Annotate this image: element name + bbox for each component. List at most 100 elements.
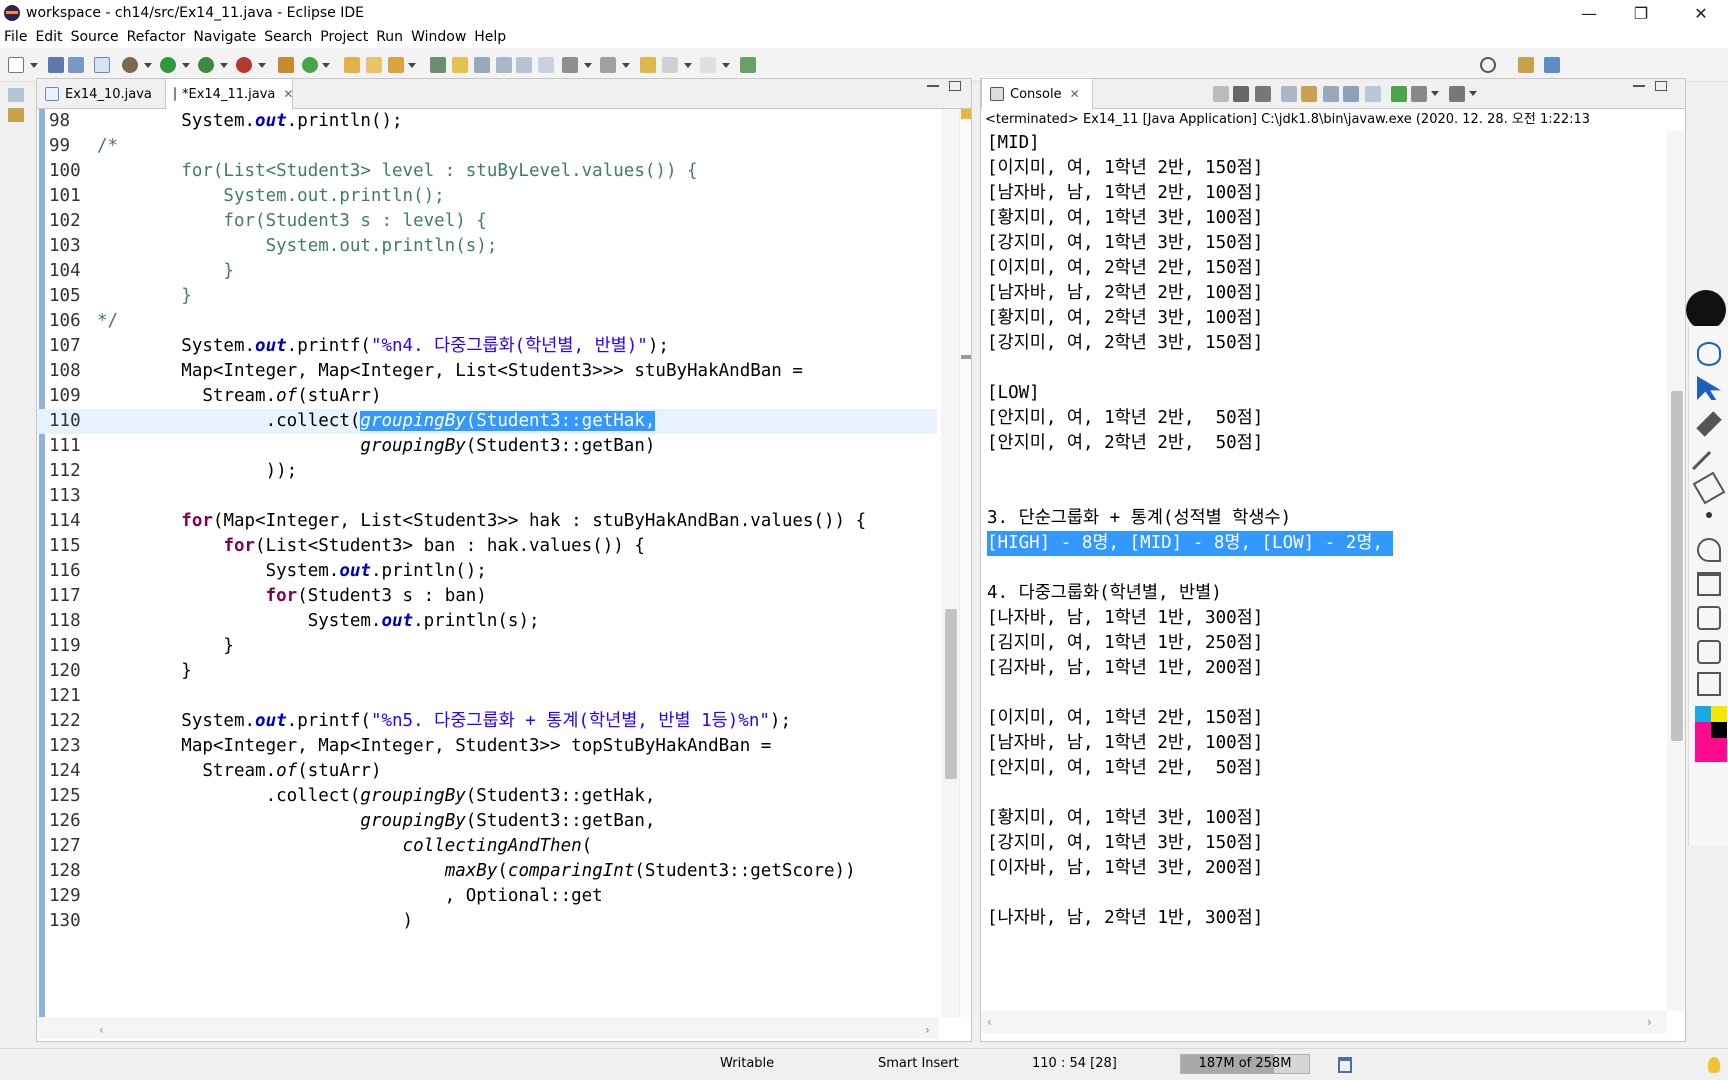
open-folder-icon[interactable] bbox=[366, 57, 382, 73]
new-console-dropdown-icon[interactable] bbox=[1469, 91, 1477, 96]
overview-ruler[interactable] bbox=[959, 109, 971, 1017]
code-line-118[interactable]: 118 System.out.println(s); bbox=[37, 609, 937, 634]
code-line-107[interactable]: 107 System.out.printf("%n4. 다중그룹화(학년별, 반… bbox=[37, 334, 937, 359]
debug-icon[interactable] bbox=[122, 57, 138, 73]
code-line-99[interactable]: 99 /* bbox=[37, 134, 937, 159]
code-line-104[interactable]: 104 } bbox=[37, 259, 937, 284]
external-tools-dropdown-icon[interactable] bbox=[258, 63, 266, 68]
menu-refactor[interactable]: Refactor bbox=[127, 29, 186, 45]
code-line-105[interactable]: 105 } bbox=[37, 284, 937, 309]
code-line-117[interactable]: 117 for(Student3 s : ban) bbox=[37, 584, 937, 609]
search-dropdown-icon[interactable] bbox=[408, 63, 416, 68]
minimize-button[interactable]: — bbox=[1564, 0, 1614, 26]
remove-launch-icon[interactable] bbox=[1233, 86, 1249, 102]
menu-project[interactable]: Project bbox=[320, 29, 368, 45]
code-line-129[interactable]: 129 , Optional::get bbox=[37, 884, 937, 909]
java-perspective-icon[interactable] bbox=[1544, 57, 1560, 73]
whiteboard-icon[interactable] bbox=[1697, 606, 1721, 630]
scroll-right-icon[interactable]: › bbox=[925, 1023, 930, 1037]
pen-tool-logo-icon[interactable] bbox=[1686, 290, 1726, 330]
code-line-103[interactable]: 103 System.out.println(s); bbox=[37, 234, 937, 259]
code-line-124[interactable]: 124 Stream.of(stuArr) bbox=[37, 759, 937, 784]
menu-window[interactable]: Window bbox=[411, 29, 466, 45]
pin-editor-icon[interactable] bbox=[516, 57, 532, 73]
toggle-mark-occurrences-icon[interactable] bbox=[430, 57, 446, 73]
eraser-icon[interactable] bbox=[1692, 471, 1726, 505]
code-line-112[interactable]: 112 )); bbox=[37, 459, 937, 484]
code-area[interactable]: 98 System.out.println(); 99/* 100 for(List… bbox=[37, 109, 939, 1017]
close-window-button[interactable]: ✕ bbox=[1676, 0, 1726, 26]
show-whitespace-icon[interactable] bbox=[496, 57, 512, 73]
insert-mode-status[interactable]: Smart Insert bbox=[878, 1056, 959, 1071]
eye-icon[interactable] bbox=[1697, 342, 1721, 366]
show-on-output-icon[interactable] bbox=[1323, 86, 1339, 102]
open-perspective-icon[interactable] bbox=[740, 57, 756, 73]
color-swatch-black[interactable] bbox=[1711, 722, 1727, 738]
display-selected-console-icon[interactable] bbox=[1391, 86, 1407, 102]
code-line-128[interactable]: 128 maxBy(comparingInt(Student3::getScor… bbox=[37, 859, 937, 884]
marker-icon[interactable] bbox=[1696, 411, 1722, 437]
open-console-dropdown-icon[interactable] bbox=[1431, 91, 1439, 96]
paragraph-icon[interactable] bbox=[538, 57, 554, 73]
heap-status[interactable]: 187M of 258M bbox=[1180, 1054, 1310, 1074]
toggle-block-selection-icon[interactable] bbox=[474, 57, 490, 73]
last-edit-location-icon[interactable] bbox=[640, 57, 656, 73]
menu-help[interactable]: Help bbox=[474, 29, 506, 45]
warning-marker-icon[interactable] bbox=[961, 109, 971, 119]
tab-ex14-10[interactable]: Ex14_10.java bbox=[37, 79, 165, 109]
toggle-highlight-icon[interactable] bbox=[452, 57, 468, 73]
menu-search[interactable]: Search bbox=[264, 29, 312, 45]
scroll-thumb[interactable] bbox=[945, 609, 957, 779]
code-line-100[interactable]: 100 for(List<Student3> level : stuByLeve… bbox=[37, 159, 937, 184]
restore-view-icon[interactable] bbox=[8, 88, 24, 102]
code-line-111[interactable]: 111 groupingBy(Student3::getBan) bbox=[37, 434, 937, 459]
package-explorer-icon[interactable] bbox=[8, 108, 24, 122]
trash-icon[interactable] bbox=[1697, 572, 1721, 596]
search-toolbar-icon[interactable] bbox=[388, 57, 404, 73]
new-dropdown-icon[interactable] bbox=[30, 63, 38, 68]
new-console-view-icon[interactable] bbox=[1449, 86, 1465, 102]
minimize-editor-icon[interactable] bbox=[927, 85, 939, 87]
console-vertical-scrollbar[interactable] bbox=[1667, 131, 1685, 1011]
save-all-icon[interactable] bbox=[68, 57, 84, 73]
color-swatch-magenta[interactable] bbox=[1695, 722, 1711, 762]
remove-all-terminated-icon[interactable] bbox=[1255, 86, 1271, 102]
external-tools-icon[interactable] bbox=[236, 57, 252, 73]
scroll-lock-icon[interactable] bbox=[1281, 86, 1297, 102]
code-line-115[interactable]: 115 for(List<Student3> ban : hak.values(… bbox=[37, 534, 937, 559]
code-line-102[interactable]: 102 for(Student3 s : level) { bbox=[37, 209, 937, 234]
code-line-101[interactable]: 101 System.out.println(); bbox=[37, 184, 937, 209]
close-tab-icon[interactable]: ✕ bbox=[1070, 87, 1080, 101]
maximize-editor-icon[interactable] bbox=[949, 81, 961, 91]
new-java-class-icon[interactable] bbox=[302, 57, 318, 73]
code-line-122[interactable]: 122 System.out.printf("%n5. 다중그룹화 + 통계(학… bbox=[37, 709, 937, 734]
next-annotation-icon[interactable] bbox=[562, 57, 578, 73]
tab-ex14-11[interactable]: *Ex14_11.java ✕ bbox=[165, 79, 293, 109]
new-java-package-icon[interactable] bbox=[278, 57, 294, 73]
code-line-120[interactable]: 120 } bbox=[37, 659, 937, 684]
code-line-123[interactable]: 123 Map<Integer, Map<Integer, Student3>>… bbox=[37, 734, 937, 759]
menu-file[interactable]: File bbox=[4, 29, 27, 45]
menu-source[interactable]: Source bbox=[71, 29, 119, 45]
tip-lightbulb-icon[interactable] bbox=[1708, 1057, 1720, 1073]
search-icon[interactable] bbox=[1480, 57, 1496, 73]
run-dropdown-icon[interactable] bbox=[182, 63, 190, 68]
editor-horizontal-scrollbar[interactable]: ‹ › bbox=[37, 1017, 939, 1039]
code-line-121[interactable]: 121 bbox=[37, 684, 937, 709]
previous-annotation-dropdown-icon[interactable] bbox=[622, 63, 630, 68]
code-line-109[interactable]: 109 Stream.of(stuArr) bbox=[37, 384, 937, 409]
code-line-126[interactable]: 126 groupingBy(Student3::getBan, bbox=[37, 809, 937, 834]
new-class-dropdown-icon[interactable] bbox=[322, 63, 330, 68]
code-line-108[interactable]: 108 Map<Integer, Map<Integer, List<Stude… bbox=[37, 359, 937, 384]
pin-console-icon[interactable] bbox=[1365, 86, 1381, 102]
code-line-119[interactable]: 119 } bbox=[37, 634, 937, 659]
tab-console[interactable]: Console ✕ bbox=[981, 79, 1093, 109]
terminate-icon[interactable] bbox=[1213, 86, 1229, 102]
open-console-icon[interactable] bbox=[1411, 86, 1427, 102]
code-line-106[interactable]: 106 */ bbox=[37, 309, 937, 334]
cursor-icon[interactable] bbox=[1697, 376, 1721, 400]
back-icon[interactable] bbox=[662, 57, 678, 73]
open-type-icon[interactable] bbox=[344, 57, 360, 73]
coverage-dropdown-icon[interactable] bbox=[220, 63, 228, 68]
dot-icon[interactable] bbox=[1706, 512, 1712, 518]
